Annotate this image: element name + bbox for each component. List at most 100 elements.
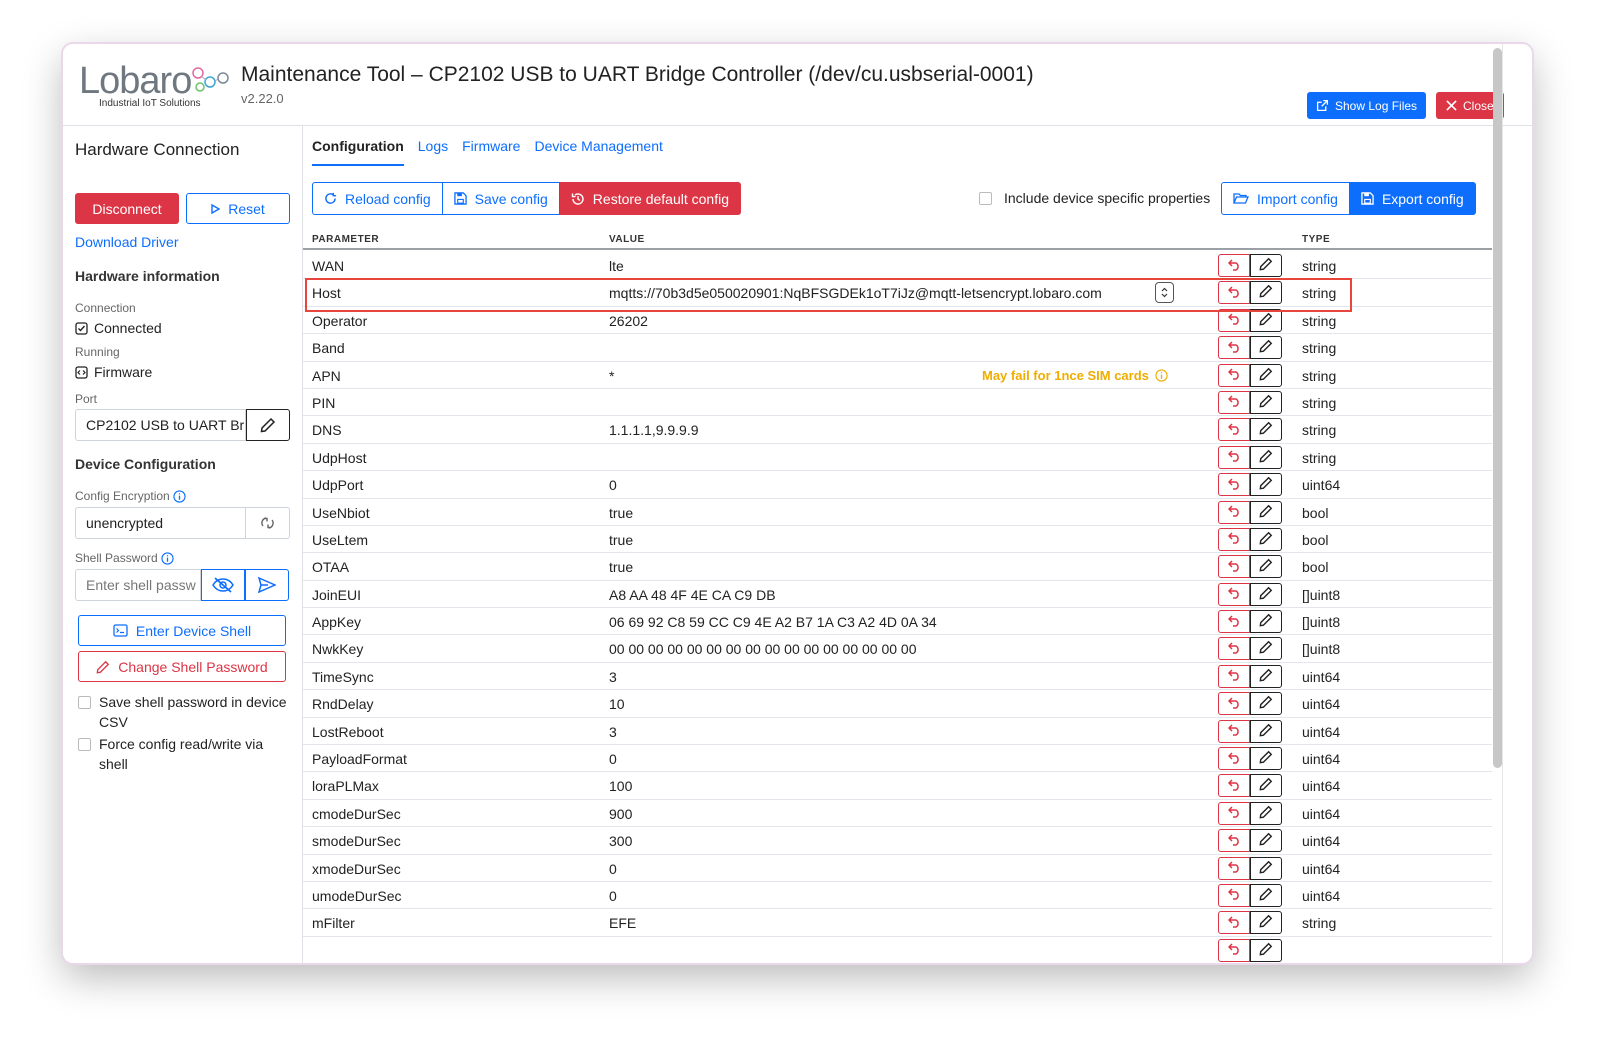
table-row[interactable]: RndDelay 10 uint64: [303, 690, 1492, 718]
save-shell-password-checkbox[interactable]: [78, 696, 91, 709]
edit-value-button[interactable]: [1250, 418, 1282, 442]
include-device-props-checkbox[interactable]: [979, 191, 992, 205]
parameter-value[interactable]: 1.1.1.1,9.9.9.9: [609, 422, 699, 438]
table-row[interactable]: AppKey 06 69 92 C8 59 CC C9 4E A2 B7 1A C…: [303, 608, 1492, 636]
reset-value-button[interactable]: [1218, 445, 1250, 469]
reset-value-button[interactable]: [1218, 582, 1250, 606]
toggle-password-visibility-button[interactable]: [201, 569, 245, 601]
table-row[interactable]: Host mqtts://70b3d5e050020901:NqBFSGDEk1o…: [303, 279, 1492, 307]
parameter-value[interactable]: EFE: [609, 915, 636, 931]
include-device-props-option[interactable]: Include device specific properties: [979, 190, 1210, 206]
info-icon[interactable]: [173, 489, 186, 503]
tab-device-management[interactable]: Device Management: [534, 138, 662, 166]
parameter-value[interactable]: 3: [609, 669, 617, 685]
tab-logs[interactable]: Logs: [418, 138, 448, 166]
edit-value-button[interactable]: [1250, 801, 1282, 825]
edit-value-button[interactable]: [1250, 555, 1282, 579]
parameter-value[interactable]: 0: [609, 888, 617, 904]
parameter-value[interactable]: 0: [609, 751, 617, 767]
parameter-value[interactable]: mqtts://70b3d5e050020901:NqBFSGDEk1oT7iJ…: [609, 285, 1102, 301]
parameter-value[interactable]: 100: [609, 778, 632, 794]
edit-value-button[interactable]: [1250, 308, 1282, 332]
reset-value-button[interactable]: [1218, 911, 1250, 935]
reset-value-button[interactable]: [1218, 829, 1250, 853]
edit-value-button[interactable]: [1250, 445, 1282, 469]
enter-device-shell-button[interactable]: Enter Device Shell: [78, 615, 286, 646]
table-row[interactable]: PayloadFormat 0 uint64: [303, 745, 1492, 773]
disconnect-button[interactable]: Disconnect: [75, 193, 179, 224]
parameter-value[interactable]: A8 AA 48 4F 4E CA C9 DB: [609, 587, 776, 603]
edit-value-button[interactable]: [1250, 637, 1282, 661]
table-row[interactable]: WAN lte string: [303, 252, 1492, 280]
change-shell-password-button[interactable]: Change Shell Password: [78, 651, 286, 682]
parameter-value[interactable]: 300: [609, 833, 632, 849]
table-row[interactable]: cmodeDurSec 900 uint64: [303, 800, 1492, 828]
table-row[interactable]: DNS 1.1.1.1,9.9.9.9 string: [303, 416, 1492, 444]
send-password-button[interactable]: [245, 569, 289, 601]
reset-value-button[interactable]: [1218, 692, 1250, 716]
window-scrollbar[interactable]: [1493, 48, 1502, 768]
table-row[interactable]: OTAA true bool: [303, 553, 1492, 581]
edit-value-button[interactable]: [1250, 582, 1282, 606]
reload-config-button[interactable]: Reload config: [312, 182, 443, 215]
table-row[interactable]: NwkKey 00 00 00 00 00 00 00 00 00 00 00 0…: [303, 635, 1492, 663]
edit-value-button[interactable]: [1250, 610, 1282, 634]
reset-value-button[interactable]: [1218, 555, 1250, 579]
reset-value-button[interactable]: [1218, 363, 1250, 387]
edit-value-button[interactable]: [1250, 281, 1282, 305]
table-row[interactable]: Band string: [303, 334, 1492, 362]
expand-value-button[interactable]: [1155, 282, 1174, 304]
table-row[interactable]: xmodeDurSec 0 uint64: [303, 855, 1492, 882]
save-config-button[interactable]: Save config: [442, 182, 560, 215]
tab-firmware[interactable]: Firmware: [462, 138, 520, 166]
reset-value-button[interactable]: [1218, 719, 1250, 743]
table-row[interactable]: TimeSync 3 uint64: [303, 663, 1492, 691]
table-row[interactable]: LostReboot 3 uint64: [303, 718, 1492, 746]
import-config-button[interactable]: Import config: [1221, 182, 1350, 215]
show-log-files-button[interactable]: Show Log Files: [1307, 92, 1427, 119]
edit-value-button[interactable]: [1250, 883, 1282, 907]
reset-value-button[interactable]: [1218, 500, 1250, 524]
force-config-shell-option[interactable]: Force config read/write via shell: [78, 734, 288, 774]
reset-value-button[interactable]: [1218, 801, 1250, 825]
table-row[interactable]: UseLtem true bool: [303, 526, 1492, 554]
parameter-value[interactable]: 0: [609, 477, 617, 493]
reset-value-button[interactable]: [1218, 883, 1250, 907]
reset-value-button[interactable]: [1218, 747, 1250, 771]
table-row[interactable]: JoinEUI A8 AA 48 4F 4E CA C9 DB []uint8: [303, 581, 1492, 609]
reset-value-button[interactable]: [1218, 610, 1250, 634]
table-row[interactable]: PIN string: [303, 389, 1492, 417]
table-row[interactable]: umodeDurSec 0 uint64: [303, 882, 1492, 910]
info-icon[interactable]: [1155, 368, 1168, 382]
parameter-value[interactable]: true: [609, 532, 633, 548]
table-row[interactable]: APN * May fail for 1nce SIM cards string: [303, 362, 1492, 389]
reset-value-button[interactable]: [1218, 527, 1250, 551]
parameter-value[interactable]: 3: [609, 724, 617, 740]
parameter-value[interactable]: *: [609, 368, 614, 384]
reset-value-button[interactable]: [1218, 390, 1250, 414]
edit-value-button[interactable]: [1250, 911, 1282, 935]
parameter-value[interactable]: true: [609, 505, 633, 521]
parameter-value[interactable]: 00 00 00 00 00 00 00 00 00 00 00 00 00 0…: [609, 641, 917, 657]
reset-value-button[interactable]: [1218, 418, 1250, 442]
shell-password-input[interactable]: Enter shell passw: [75, 569, 201, 601]
reset-value-button[interactable]: [1218, 856, 1250, 880]
reset-value-button[interactable]: [1218, 664, 1250, 688]
reset-value-button[interactable]: [1218, 637, 1250, 661]
table-row[interactable]: UseNbiot true bool: [303, 499, 1492, 526]
tab-configuration[interactable]: Configuration: [312, 138, 404, 166]
edit-value-button[interactable]: [1250, 664, 1282, 688]
parameter-value[interactable]: true: [609, 559, 633, 575]
table-row[interactable]: Operator 26202 string: [303, 307, 1492, 335]
config-encryption-field[interactable]: unencrypted: [75, 507, 246, 539]
edit-value-button[interactable]: [1250, 254, 1282, 277]
edit-value-button[interactable]: [1250, 390, 1282, 414]
table-row[interactable]: UdpHost string: [303, 444, 1492, 472]
edit-value-button[interactable]: [1250, 719, 1282, 743]
reset-value-button[interactable]: [1218, 281, 1250, 305]
reset-value-button[interactable]: [1218, 336, 1250, 360]
port-field[interactable]: CP2102 USB to UART Br: [75, 409, 246, 441]
edit-value-button[interactable]: [1250, 336, 1282, 360]
edit-value-button[interactable]: [1250, 938, 1282, 962]
edit-value-button[interactable]: [1250, 829, 1282, 853]
